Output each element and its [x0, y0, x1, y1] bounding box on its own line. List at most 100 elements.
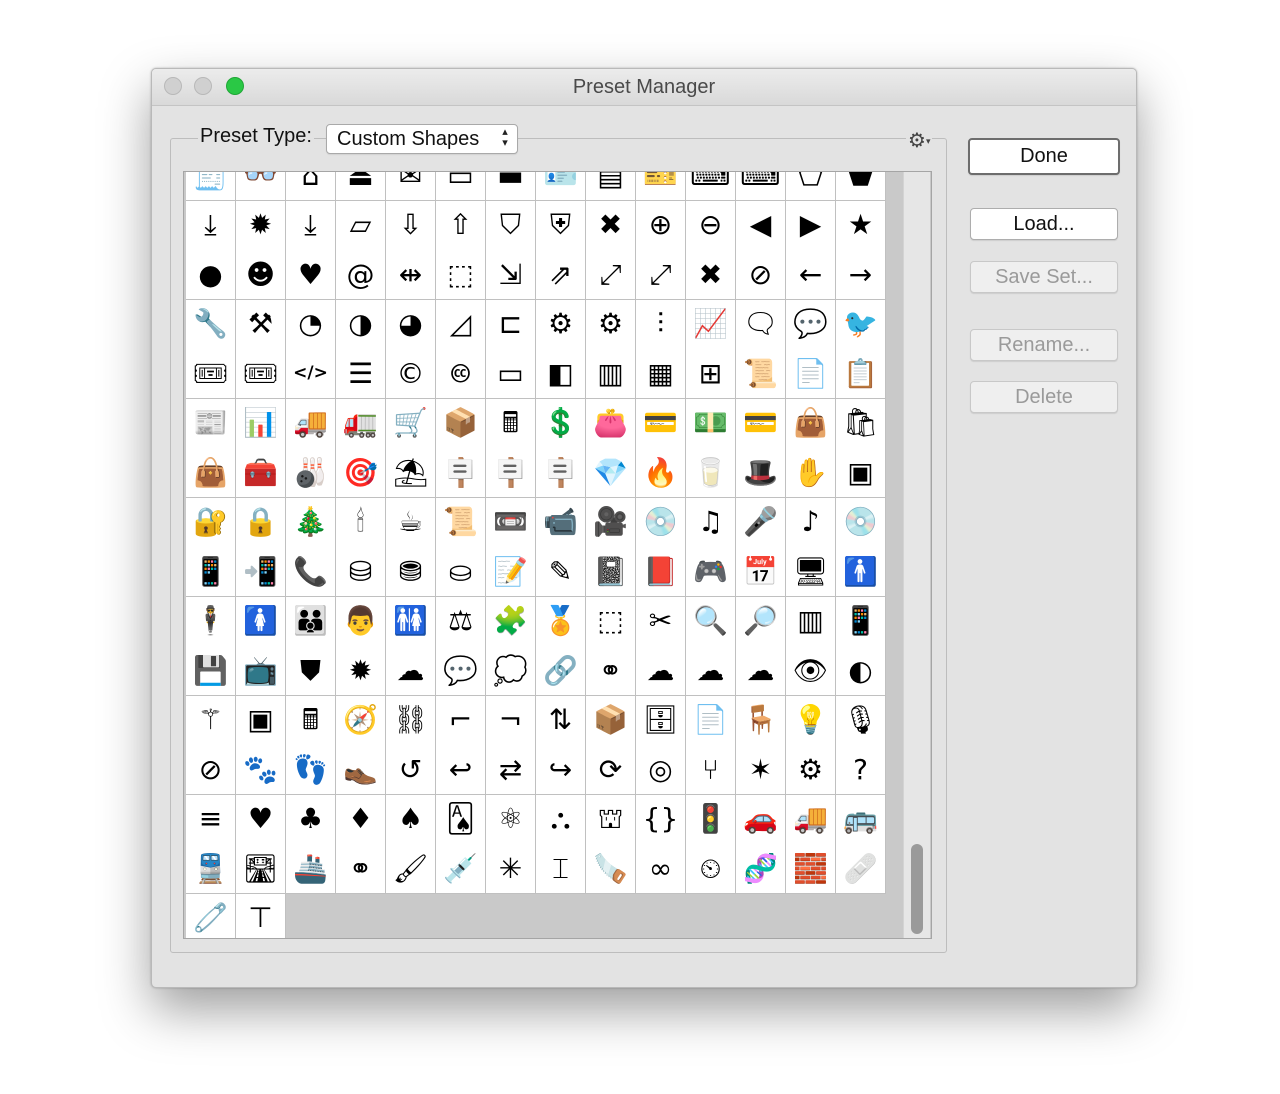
shape-link-box-icon[interactable]: ⊏ [486, 299, 536, 350]
shape-hand-truck-icon[interactable]: 🛒 [386, 398, 436, 449]
shape-new-badge-icon[interactable]: ● [186, 250, 236, 300]
shape-gears-icon[interactable]: ⚙ [586, 299, 636, 350]
shape-traffic-light-icon[interactable]: 🚦 [686, 794, 736, 845]
shape-calendar-clock-icon[interactable]: 📅 [736, 547, 786, 597]
shape-head-question-icon[interactable]: ? [836, 745, 886, 795]
shape-id-card-icon[interactable]: 🪪 [536, 172, 586, 201]
shape-price-list-icon[interactable]: 📄 [786, 349, 836, 399]
shape-corkscrew-icon[interactable]: ⌶ [536, 844, 586, 894]
shape-expand-diagonal-icon[interactable]: ⤢ [586, 250, 636, 300]
shape-refresh-rotate-icon[interactable]: ⟳ [586, 745, 636, 795]
shape-network-nodes-icon[interactable]: ⚭ [586, 646, 636, 696]
shape-inbox-download-icon[interactable]: ⇩ [386, 200, 436, 251]
shape-chat-heart-icon[interactable]: 💭 [486, 646, 536, 696]
shape-discount-cut-icon[interactable]: ✂ [636, 596, 686, 647]
shape-heart-bubble-icon[interactable]: ♥ [286, 250, 336, 300]
shape-stack-document-icon[interactable]: ☰ [336, 349, 386, 399]
shape-shrink-box-icon[interactable]: ⇲ [486, 250, 536, 300]
shape-inbox-outline-icon[interactable]: ▱ [336, 200, 386, 251]
shape-cassette-icon[interactable]: 📼 [486, 497, 536, 548]
shape-paw-print-icon[interactable]: 🐾 [236, 745, 286, 795]
shape-inbox-icon[interactable]: ▭ [436, 172, 486, 201]
shape-sliders-icon[interactable]: ⫶ [636, 299, 686, 350]
shape-sign-closed-icon[interactable]: 🪧 [486, 448, 536, 498]
shape-molecule-icon[interactable]: ⚛ [486, 794, 536, 845]
shape-team-icon[interactable]: 👪 [286, 596, 336, 647]
shape-scales-icon[interactable]: ⚖ [436, 596, 486, 647]
rename-button[interactable]: Rename... [970, 329, 1118, 361]
shape-bird-bubble-icon[interactable]: 🐦 [836, 299, 886, 350]
shape-retro-tv-icon[interactable]: 📺 [236, 646, 286, 696]
shape-gamepad-icon[interactable]: 🎮 [686, 547, 736, 597]
shape-tag-dark-icon[interactable]: ⬟ [836, 172, 886, 201]
shape-filing-cabinet-icon[interactable]: 🗄 [636, 695, 686, 746]
shape-keyboard-2-icon[interactable]: ⌨ [736, 172, 786, 201]
shape-hearing-off-icon[interactable]: ⊘ [186, 745, 236, 795]
shape-calculator-icon[interactable]: 🖩 [286, 695, 336, 746]
shape-music-list-icon[interactable]: ♪ [786, 497, 836, 548]
shape-inbox-upload-icon[interactable]: ⇧ [436, 200, 486, 251]
delete-button[interactable]: Delete [970, 381, 1118, 413]
shape-keyboard-icon[interactable]: ⌨ [686, 172, 736, 201]
shape-microphone-stand-icon[interactable]: 🎙 [836, 695, 886, 746]
shape-code-tag-icon[interactable]: </> [286, 349, 336, 399]
shapes-list[interactable]: 🧾 👓 ⌂ ⏏ ✉ ▭ ▬ 🪪 ▤ 🎫 ⌨ ⌨ ⬠ ⬟ ⤓ ✹ ⤓ ▱ ⇩ ⇧ ⛉ ⛨ ✖ ⊕ ⊖ ◀ ▶ ★ ● ☻ ♥ @ ⇹ ⬚ ⇲ ⇗ ⤢ ⤢ ✖ ⊘… [183, 171, 932, 939]
shape-creative-commons-icon[interactable]: 🅭 [436, 349, 486, 399]
shape-copyright-icon[interactable]: © [386, 349, 436, 399]
shape-cloud-dark-icon[interactable]: ☁ [386, 646, 436, 696]
shape-video-camera-icon[interactable]: 📹 [536, 497, 586, 548]
shape-family-icon[interactable]: 👨 [336, 596, 386, 647]
shape-cpu-64-icon[interactable]: ▣ [236, 695, 286, 746]
shape-link-horizontal-icon[interactable]: ⛓ [386, 695, 436, 746]
shape-download-line-icon[interactable]: ⤓ [286, 200, 336, 251]
shape-hand-saw-icon[interactable]: 🪚 [586, 844, 636, 894]
shape-man-icon[interactable]: 🚹 [836, 547, 886, 597]
shape-edit-pencil-icon[interactable]: ✎ [536, 547, 586, 597]
shape-split-arrows-icon[interactable]: ⑂ [686, 745, 736, 795]
shape-resize-horizontal-icon[interactable]: ⇹ [386, 250, 436, 300]
shape-wallet-icon[interactable]: 👛 [586, 398, 636, 449]
shape-no-sign-icon[interactable]: ⊘ [736, 250, 786, 300]
shape-wrench-icon[interactable]: 🔧 [186, 299, 236, 350]
shape-chain-link-icon[interactable]: 🔗 [536, 646, 586, 696]
shape-half-circle-icon[interactable]: ◐ [836, 646, 886, 696]
shape-star-circle-icon[interactable]: ★ [836, 200, 886, 251]
shape-beach-icon[interactable]: ⛱ [386, 448, 436, 498]
shape-devices-icon[interactable]: 🖥 [786, 547, 836, 597]
shape-barcode-search-icon[interactable]: 🔍 [686, 596, 736, 647]
shape-magic-wand-icon[interactable]: ⚚ [186, 695, 236, 746]
shape-layout-dashboard-icon[interactable]: ⊞ [686, 349, 736, 399]
shape-shield-star-icon[interactable]: ⛨ [536, 200, 586, 251]
shape-user-tray-icon[interactable]: ⏏ [336, 172, 386, 201]
shape-footprint-icon[interactable]: 👣 [286, 745, 336, 795]
shape-sheriff-star-icon[interactable]: ✶ [736, 745, 786, 795]
shape-package-icon[interactable]: 📦 [436, 398, 486, 449]
shape-truck-icon[interactable]: 🚚 [786, 794, 836, 845]
shape-scroll-curl-icon[interactable]: 📜 [736, 349, 786, 399]
shape-cloud-upload-icon[interactable]: ☁ [686, 646, 736, 696]
shape-atm-card-icon[interactable]: 💳 [736, 398, 786, 449]
shape-layout-sidebar-icon[interactable]: ◧ [536, 349, 586, 399]
shape-medal-icon[interactable]: 🏅 [536, 596, 586, 647]
shape-tool-t-icon[interactable]: ⊤ [236, 893, 286, 938]
shape-swap-arrows-icon[interactable]: ⇄ [486, 745, 536, 795]
shape-delivery-truck-icon[interactable]: 🚚 [286, 398, 336, 449]
shape-shrink-dashed-icon[interactable]: ⬚ [436, 250, 486, 300]
shape-badge-seal-icon[interactable]: ✹ [336, 646, 386, 696]
shape-receipt-dollar-icon[interactable]: 💲 [536, 398, 586, 449]
shape-at-bubble-icon[interactable]: @ [336, 250, 386, 300]
shape-phone-sms-icon[interactable]: 📲 [236, 547, 286, 597]
shape-receipt-icon[interactable]: 🧾 [186, 172, 236, 201]
shape-microphone-icon[interactable]: 🎤 [736, 497, 786, 548]
shape-database-network-icon[interactable]: ⛀ [436, 547, 486, 597]
shape-cloud-delete-icon[interactable]: ☁ [736, 646, 786, 696]
shape-vinyl-record-icon[interactable]: 💿 [636, 497, 686, 548]
shape-card-hearts-icon[interactable]: ♥ [236, 794, 286, 845]
shape-open-box-icon[interactable]: 📦 [586, 695, 636, 746]
shape-candle-icon[interactable]: 🕯 [336, 497, 386, 548]
shape-mail-open-icon[interactable]: ✉ [386, 172, 436, 201]
shape-tickets-icon[interactable]: 🎫 [636, 172, 686, 201]
preset-type-select[interactable]: Custom Shapes ▴ ▾ [326, 124, 518, 154]
shape-x-mark-icon[interactable]: ✖ [686, 250, 736, 300]
shape-car-icon[interactable]: 🚗 [736, 794, 786, 845]
